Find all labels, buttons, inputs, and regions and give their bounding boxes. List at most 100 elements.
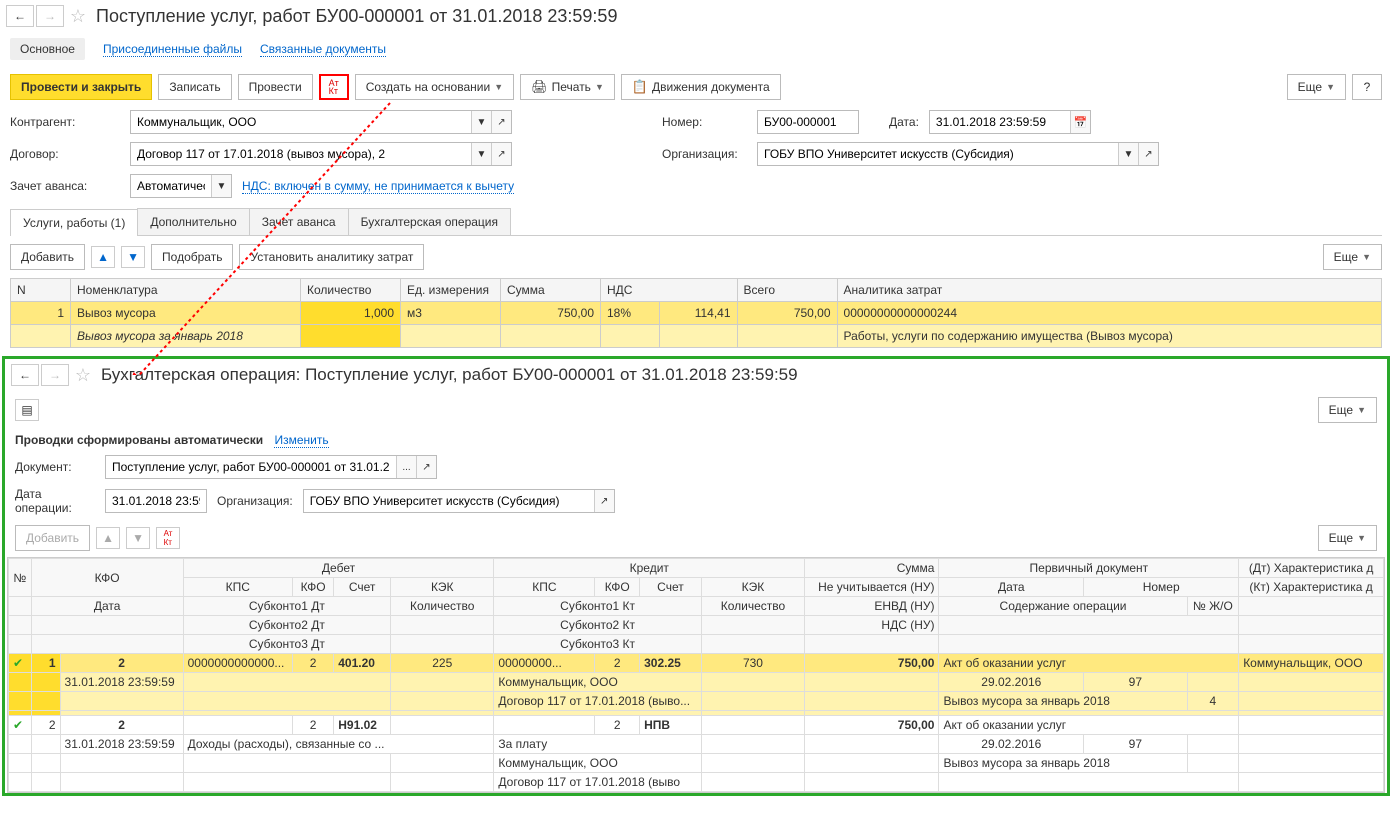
calendar-icon[interactable] bbox=[1070, 111, 1090, 133]
col-kfo-k: КФО bbox=[595, 578, 640, 597]
caret-down-icon: ▼ bbox=[1357, 533, 1366, 543]
tab-additional[interactable]: Дополнительно bbox=[137, 208, 249, 235]
advance-label: Зачет аванса: bbox=[10, 179, 120, 193]
nav-back-button[interactable]: ← bbox=[6, 5, 34, 27]
services-table: N Номенклатура Количество Ед. измерения … bbox=[10, 278, 1382, 348]
tab-accounting[interactable]: Бухгалтерская операция bbox=[348, 208, 511, 235]
postings-grid: № КФО Дебет Кредит Сумма Первичный докум… bbox=[8, 558, 1384, 792]
doc-label: Документ: bbox=[15, 460, 95, 474]
number-input[interactable] bbox=[758, 111, 858, 133]
posting-row[interactable]: Договор 117 от 17.01.2018 (выво bbox=[9, 773, 1384, 792]
pick-button[interactable]: Подобрать bbox=[151, 244, 233, 270]
more-button[interactable]: Еще ▼ bbox=[1287, 74, 1346, 100]
posting-row[interactable]: 31.01.2018 23:59:59 Коммунальщик, ООО 29… bbox=[9, 673, 1384, 692]
table-row[interactable]: 1 Вывоз мусора 1,000 м3 750,00 18% 114,4… bbox=[11, 302, 1382, 325]
dtkt-button[interactable]: AтКт bbox=[319, 74, 349, 100]
tab-advance[interactable]: Зачет аванса bbox=[249, 208, 349, 235]
counterparty-input[interactable] bbox=[131, 111, 471, 133]
move-up-button[interactable]: ▲ bbox=[91, 246, 115, 268]
posting-row[interactable]: ✔ 2 2 2 Н91.02 2 НПВ 750,00 Акт об оказа… bbox=[9, 716, 1384, 735]
col-qty: Количество bbox=[301, 279, 401, 302]
write-button[interactable]: Записать bbox=[158, 74, 231, 100]
posting-row[interactable]: ✔ 1 2 0000000000000... 2 401.20 225 0000… bbox=[9, 654, 1384, 673]
printer-icon bbox=[531, 79, 548, 95]
date-input[interactable] bbox=[930, 111, 1070, 133]
report-icon-button[interactable]: ▤ bbox=[15, 399, 39, 421]
open-ref-icon[interactable]: ↗ bbox=[594, 490, 614, 512]
page-title: Поступление услуг, работ БУ00-000001 от … bbox=[96, 6, 617, 27]
panel2-org-input[interactable] bbox=[304, 490, 594, 512]
table-row[interactable]: Вывоз мусора за январь 2018 Работы, услу… bbox=[11, 325, 1382, 348]
nav-forward-button[interactable]: → bbox=[36, 5, 64, 27]
panel2-org-label: Организация: bbox=[217, 494, 293, 508]
move-down-button[interactable]: ▼ bbox=[121, 246, 145, 268]
col-kek-d: КЭК bbox=[391, 578, 494, 597]
dtkt-small-button[interactable]: АтКт bbox=[156, 527, 180, 549]
col-credit: Кредит bbox=[494, 559, 805, 578]
open-ref-icon[interactable]: ↗ bbox=[1138, 143, 1158, 165]
col-zho: № Ж/О bbox=[1187, 597, 1239, 616]
col-kps-k: КПС bbox=[494, 578, 595, 597]
col-analytics: Аналитика затрат bbox=[837, 279, 1381, 302]
org-label: Организация: bbox=[662, 147, 747, 161]
open-ref-icon[interactable]: ↗ bbox=[491, 143, 511, 165]
panel2-more-button[interactable]: Еще ▼ bbox=[1318, 397, 1377, 423]
col-primary-doc: Первичный документ bbox=[939, 559, 1239, 578]
tab-attached-files[interactable]: Присоединенные файлы bbox=[103, 42, 242, 57]
col-sum: Сумма bbox=[805, 559, 939, 578]
counterparty-label: Контрагент: bbox=[10, 115, 120, 129]
add-row-button[interactable]: Добавить bbox=[10, 244, 85, 270]
col-kek-k: КЭК bbox=[701, 578, 804, 597]
doc-input[interactable] bbox=[106, 456, 396, 478]
open-ref-icon[interactable]: ↗ bbox=[416, 456, 436, 478]
col-sub2d: Субконто2 Дт bbox=[183, 616, 390, 635]
col-total: Всего bbox=[737, 279, 837, 302]
col-envd: ЕНВД (НУ) bbox=[805, 597, 939, 616]
col-sub1k: Субконто1 Кт bbox=[494, 597, 701, 616]
dropdown-icon[interactable]: ▼ bbox=[211, 175, 231, 197]
change-link[interactable]: Изменить bbox=[274, 433, 328, 448]
col-kps-d: КПС bbox=[183, 578, 292, 597]
contract-label: Договор: bbox=[10, 147, 120, 161]
dropdown-icon[interactable]: ▼ bbox=[471, 111, 491, 133]
tab-main[interactable]: Основное bbox=[10, 38, 85, 60]
vat-settings-link[interactable]: НДС: включен в сумму, не принимается к в… bbox=[242, 179, 514, 194]
tab-related-docs[interactable]: Связанные документы bbox=[260, 42, 386, 57]
posting-row[interactable]: Договор 117 от 17.01.2018 (выво... Вывоз… bbox=[9, 692, 1384, 711]
grid-more-button[interactable]: Еще ▼ bbox=[1318, 525, 1377, 551]
dropdown-icon[interactable]: ▼ bbox=[471, 143, 491, 165]
advance-input[interactable] bbox=[131, 175, 211, 197]
favorite-star-icon[interactable]: ☆ bbox=[66, 4, 90, 28]
tab-more-button[interactable]: Еще ▼ bbox=[1323, 244, 1382, 270]
col-qty-k: Количество bbox=[701, 597, 804, 616]
help-button[interactable]: ? bbox=[1352, 74, 1382, 100]
open-ref-icon[interactable]: ↗ bbox=[491, 111, 511, 133]
movements-button[interactable]: Движения документа bbox=[621, 74, 781, 100]
favorite-star-icon-2[interactable]: ☆ bbox=[71, 363, 95, 387]
posting-row[interactable]: 31.01.2018 23:59:59 Доходы (расходы), св… bbox=[9, 735, 1384, 754]
col-vat: НДС bbox=[601, 279, 738, 302]
create-based-button[interactable]: Создать на основании ▼ bbox=[355, 74, 514, 100]
nav-back-button-2[interactable]: ← bbox=[11, 364, 39, 386]
col-sub3k: Субконто3 Кт bbox=[494, 635, 701, 654]
contract-input[interactable] bbox=[131, 143, 471, 165]
dateop-input[interactable] bbox=[106, 490, 206, 512]
col-neuch: Не учитывается (НУ) bbox=[805, 578, 939, 597]
caret-down-icon: ▼ bbox=[1362, 252, 1371, 262]
col-vatnu: НДС (НУ) bbox=[805, 616, 939, 635]
post-button[interactable]: Провести bbox=[238, 74, 313, 100]
dropdown-icon[interactable]: ▼ bbox=[1118, 143, 1138, 165]
caret-down-icon: ▼ bbox=[1326, 82, 1335, 92]
set-analytics-button[interactable]: Установить аналитику затрат bbox=[239, 244, 424, 270]
print-button[interactable]: Печать ▼ bbox=[520, 74, 615, 100]
org-input[interactable] bbox=[758, 143, 1118, 165]
panel2-title: Бухгалтерская операция: Поступление услу… bbox=[101, 365, 798, 385]
col-sum: Сумма bbox=[501, 279, 601, 302]
col-n: N bbox=[11, 279, 71, 302]
ellipsis-icon[interactable]: ... bbox=[396, 456, 416, 478]
tab-services[interactable]: Услуги, работы (1) bbox=[10, 209, 138, 236]
post-and-close-button[interactable]: Провести и закрыть bbox=[10, 74, 152, 100]
col-sub1d: Субконто1 Дт bbox=[183, 597, 390, 616]
nav-forward-button-2[interactable]: → bbox=[41, 364, 69, 386]
posting-row[interactable]: Коммунальщик, ООО Вывоз мусора за январь… bbox=[9, 754, 1384, 773]
